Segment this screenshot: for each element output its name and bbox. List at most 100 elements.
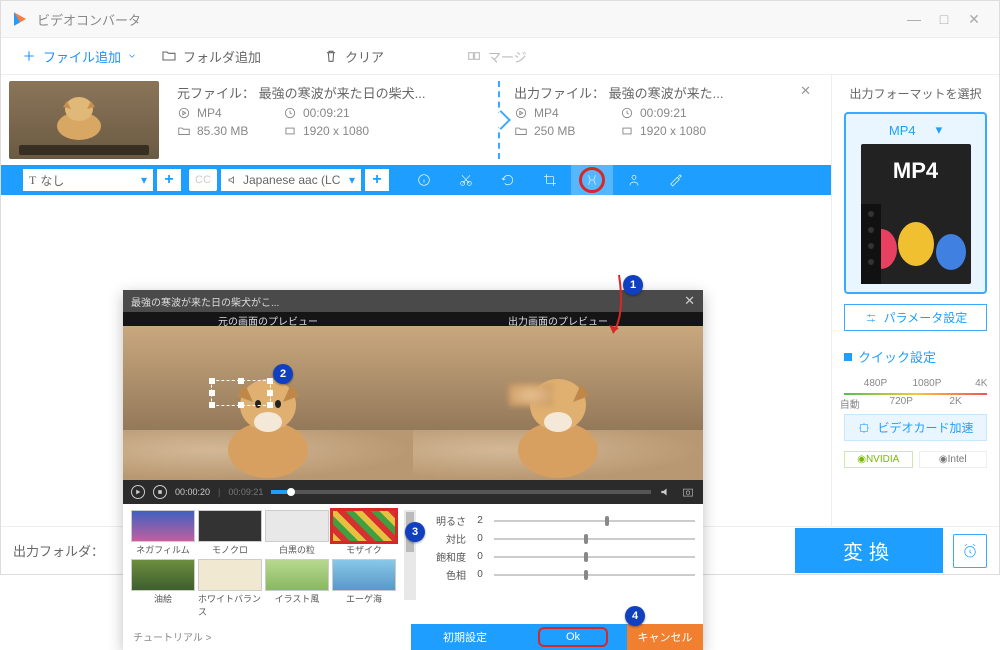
format-icon [177,106,191,120]
convert-button[interactable]: 変換 [795,528,943,573]
merge-button: マージ [458,43,535,70]
cc-button[interactable]: CC [189,169,217,191]
stop-button[interactable] [153,485,167,499]
output-format: MP4 [534,106,614,120]
preview-original: 元の画面のプレビュー [123,312,413,480]
annotation-2: 2 [273,364,293,384]
speaker-icon [227,174,239,186]
format-icon [514,106,528,120]
cut-tool-icon[interactable] [445,165,487,195]
effect-mosaic[interactable]: モザイク [332,510,396,556]
trash-icon [323,48,339,64]
plus-icon [21,48,37,64]
format-label: MP4 [889,123,916,138]
play-button[interactable] [131,485,145,499]
quick-settings-title: クイック設定 [844,347,987,366]
reset-button[interactable]: 初期設定 [411,624,519,650]
main-toolbar: ファイル追加 フォルダ追加 クリア マージ [1,37,999,75]
effect-white[interactable]: 白黒の粒 [265,510,329,556]
effect-wb[interactable]: ホワイトバランス [198,559,262,618]
format-selector[interactable]: MP4▾ MP4 [844,112,987,294]
source-size: 85.30 MB [197,124,277,138]
folder-icon [161,48,177,64]
seek-bar[interactable] [271,490,651,494]
effect-oil[interactable]: 油絵 [131,559,195,618]
source-resolution: 1920 x 1080 [303,124,383,138]
chip-icon [857,421,871,435]
subtitle-label: なし [40,172,137,189]
dialog-footer: チュートリアル > 初期設定 Ok キャンセル [123,624,703,650]
brightness-slider[interactable]: 明るさ2 [430,513,695,528]
time-total: 00:09:21 [228,487,263,497]
nvidia-chip[interactable]: ◉ NVIDIA [844,451,913,468]
chevron-down-icon [127,48,137,64]
edit-toolbar: T なし ▾ + CC Japanese aac (LC ▾ + [1,165,831,195]
clear-label: クリア [345,47,384,66]
audio-track-select[interactable]: Japanese aac (LC ▾ [221,169,361,191]
dialog-title: 最強の寒波が来た日の柴犬がこ... [131,294,279,309]
cancel-button[interactable]: キャンセル [627,624,703,650]
output-folder-label: 出力フォルダ： [13,541,104,560]
effect-illust[interactable]: イラスト風 [265,559,329,618]
parameter-settings-button[interactable]: パラメータ設定 [844,304,987,331]
source-title: 元ファイル： 最強の寒波が来た日の柴犬... [177,83,484,102]
output-title: 出力ファイル： 最強の寒波が来た... [514,83,780,102]
rotate-tool-icon[interactable] [487,165,529,195]
output-format-title: 出力フォーマットを選択 [844,85,987,102]
titlebar: ビデオコンバータ — □ ✕ [1,1,999,37]
window-close-icon[interactable]: ✕ [959,11,989,28]
output-size: 250 MB [534,124,614,138]
intel-chip[interactable]: ◉ Intel [919,451,988,468]
subtitle-select[interactable]: T なし ▾ [23,169,153,191]
resolution-icon [283,124,297,138]
volume-icon[interactable] [659,485,673,499]
crop-tool-icon[interactable] [529,165,571,195]
watermark-tool-icon[interactable] [613,165,655,195]
video-thumbnail[interactable] [9,81,159,159]
effects-tool-icon[interactable] [571,165,613,195]
folder-icon [177,124,191,138]
gpu-accel-button[interactable]: ビデオカード加速 [844,414,987,441]
info-tool-icon[interactable] [403,165,445,195]
tutorial-link[interactable]: チュートリアル > [123,624,222,650]
resolution-icon [620,124,634,138]
merge-icon [466,48,482,64]
effect-mono[interactable]: モノクロ [198,510,262,556]
right-panel: 出力フォーマットを選択 MP4▾ MP4 パラメータ設定 クイック設定 480P… [831,75,999,526]
saturation-slider[interactable]: 飽和度0 [430,549,695,564]
preview-output: 出力画面のプレビュー [413,312,703,480]
window-minimize-icon[interactable]: — [899,11,929,27]
add-folder-button[interactable]: フォルダ追加 [153,43,269,70]
window-maximize-icon[interactable]: □ [929,11,959,27]
add-file-button[interactable]: ファイル追加 [13,43,145,70]
quality-slider[interactable]: 480P 1080P 4K 自動 720P 2K [844,378,987,404]
merge-label: マージ [488,47,527,66]
snapshot-icon[interactable] [681,485,695,499]
clock-icon [620,106,634,120]
file-info-row: 元ファイル： 最強の寒波が来た日の柴犬... MP4 00:09:21 85.3… [1,75,831,165]
format-thumbnail: MP4 [861,144,971,284]
alarm-button[interactable] [953,534,987,568]
clear-button[interactable]: クリア [315,43,392,70]
output-duration: 00:09:21 [640,106,720,120]
output-info: 出力ファイル： 最強の寒波が来た... MP4 00:09:21 250 MB … [504,81,831,159]
add-audio-button[interactable]: + [365,169,389,191]
dialog-close-icon[interactable]: ✕ [684,293,695,309]
edit-icon[interactable] [780,83,800,99]
time-current: 00:00:20 [175,487,210,497]
add-subtitle-button[interactable]: + [157,169,181,191]
source-format: MP4 [197,106,277,120]
remove-file-icon[interactable]: ✕ [800,83,821,157]
effect-nega[interactable]: ネガフィルム [131,510,195,556]
contrast-slider[interactable]: 対比0 [430,531,695,546]
effect-aegean[interactable]: エーゲ海 [332,559,396,618]
sliders-icon [864,311,878,325]
ok-button[interactable]: Ok [519,624,627,650]
add-file-label: ファイル追加 [43,47,121,66]
playback-controls: 00:00:20 | 00:09:21 [123,480,703,504]
clock-icon [283,106,297,120]
selection-box[interactable] [211,380,271,406]
alarm-icon [961,542,979,560]
source-info: 元ファイル： 最強の寒波が来た日の柴犬... MP4 00:09:21 85.3… [167,81,494,159]
enhance-tool-icon[interactable] [655,165,697,195]
